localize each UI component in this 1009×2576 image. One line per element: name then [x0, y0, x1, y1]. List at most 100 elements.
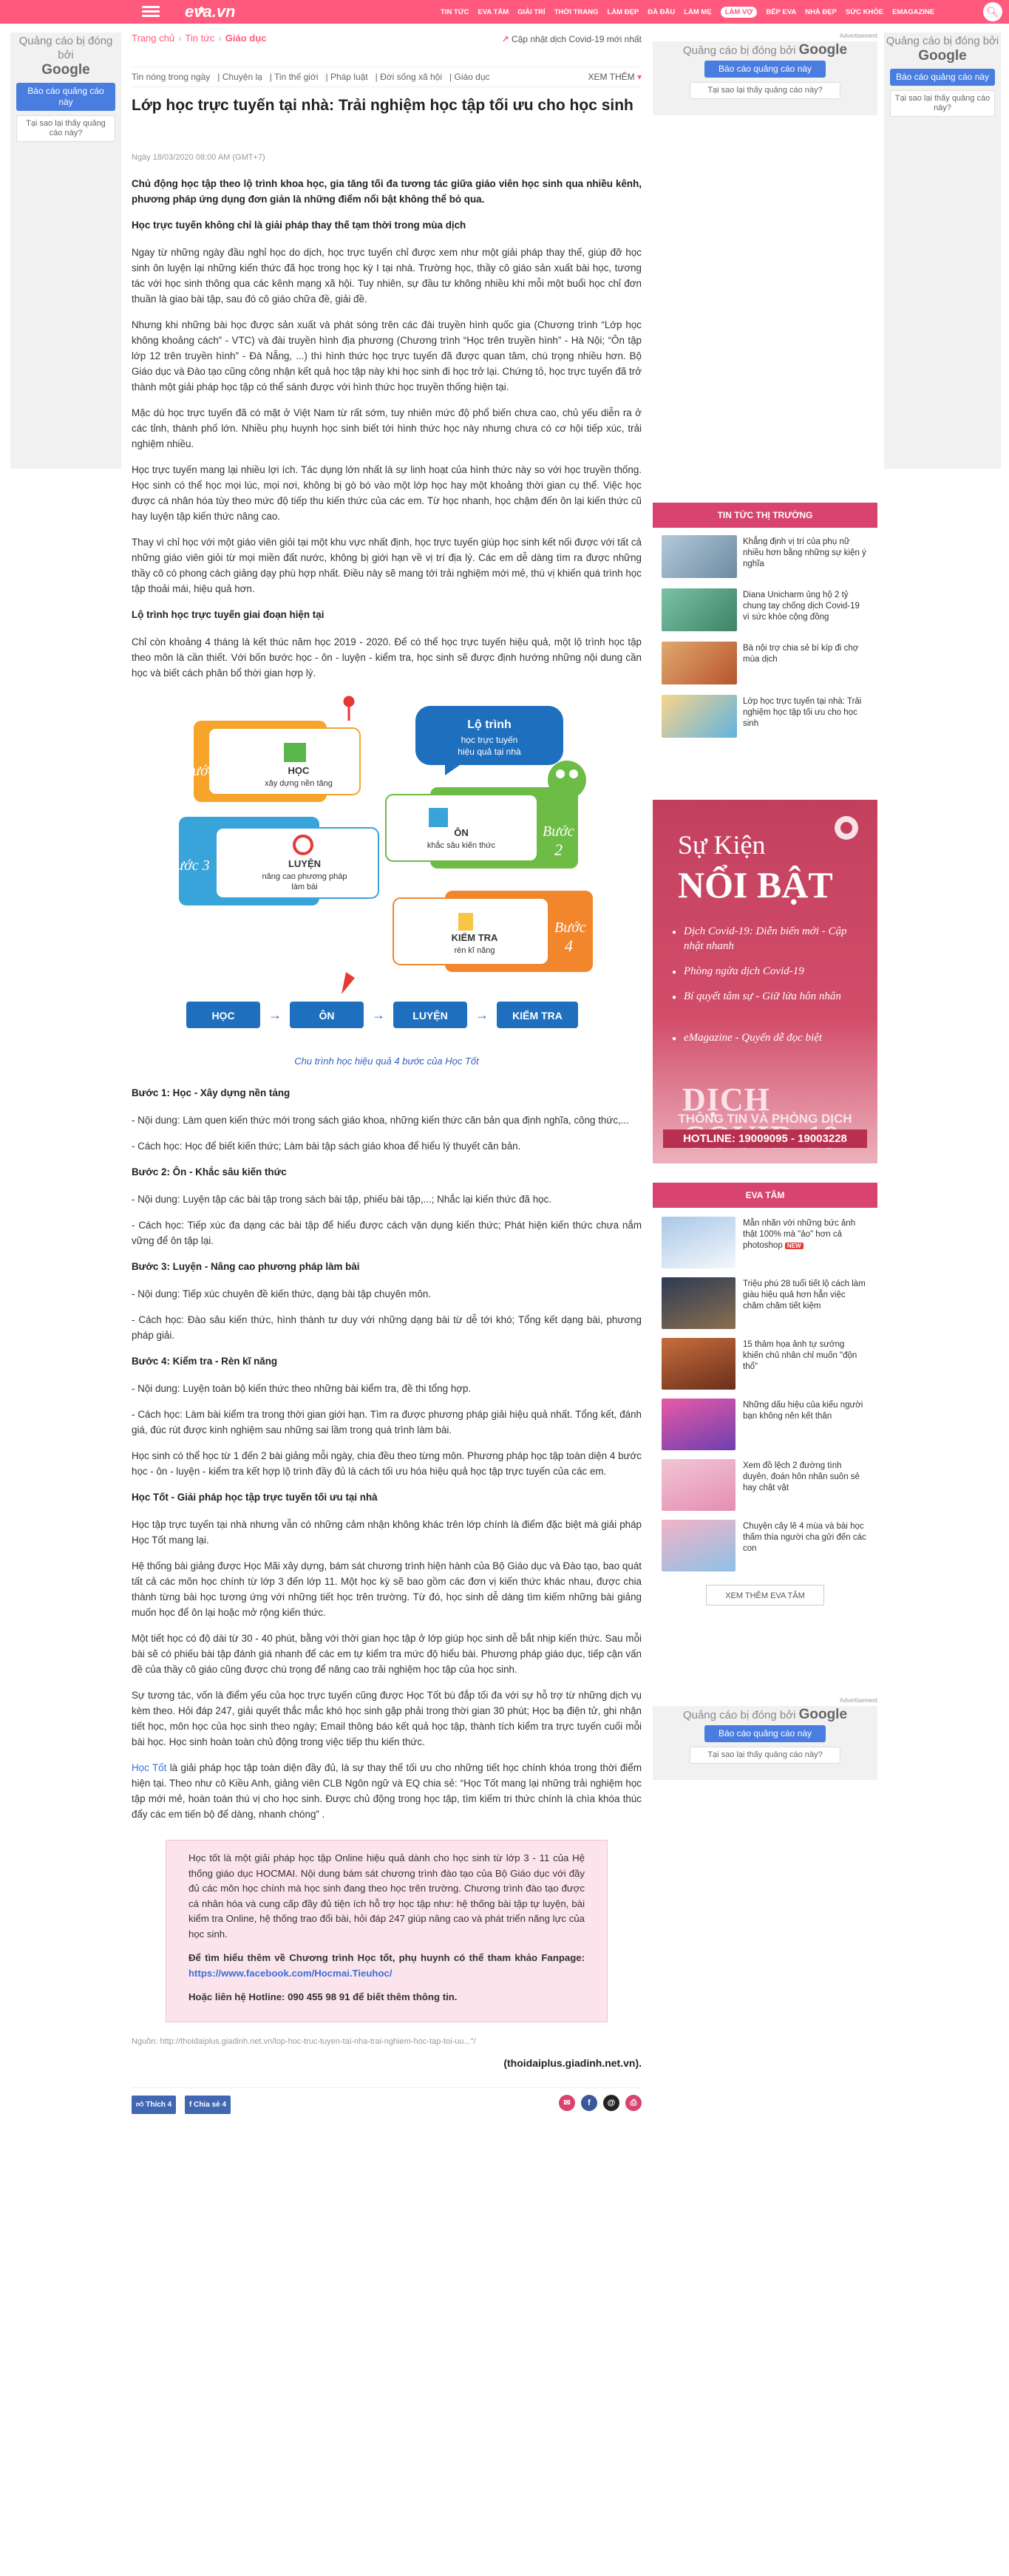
list-item-title[interactable]: Xem đồ lệch 2 đường tình duyên, đoán hôn… — [743, 1461, 867, 1494]
nav-link[interactable]: SỨC KHỎE — [846, 8, 883, 16]
thumbnail[interactable] — [662, 588, 737, 631]
paragraph: - Cách học: Làm bài kiểm tra trong thời … — [132, 1409, 642, 1435]
section-heading: Học Tốt - Giải pháp học tập trực tuyến t… — [132, 1492, 378, 1503]
thumbnail[interactable] — [662, 535, 737, 578]
arrow-right-icon: → — [372, 1007, 385, 1022]
why-ad-link[interactable]: Tại sao lại thấy quảng cáo này? — [16, 115, 115, 142]
fb-share-button[interactable]: f Chia sẻ 4 — [184, 2095, 231, 2114]
source-link[interactable]: Nguồn: http://thoidaiplus.giadinh.net.vn… — [132, 2034, 642, 2050]
ad-title-text: Quảng cáo bị đóng bởi — [682, 44, 796, 57]
list-item[interactable]: 15 thảm họa ảnh tự sướng khiến chủ nhân … — [653, 1338, 877, 1390]
thumbnail[interactable] — [662, 695, 737, 738]
list-item-title[interactable]: Bà nội trợ chia sẻ bí kíp đi chợ mùa dịc… — [743, 643, 869, 665]
flow-luyen: LUYỆN — [412, 1009, 447, 1022]
breadcrumb-news[interactable]: Tin tức — [185, 33, 214, 44]
nav-link[interactable]: LÀM ĐẸP — [608, 8, 639, 16]
list-item[interactable]: Những dấu hiệu của kiểu người bạn không … — [653, 1399, 877, 1450]
search-icon[interactable]: 🔍︎ — [983, 2, 1002, 21]
breadcrumb-education[interactable]: Giáo dục — [225, 33, 267, 44]
infographic-graphic: Bước 1 HỌC xây dựng nền tảng Bước 3 LUYỆ… — [167, 696, 593, 1028]
paragraph-text: là giải pháp học tập toàn diện đầy đủ, l… — [132, 1762, 642, 1820]
nav-link[interactable]: EVA TÂM — [478, 8, 509, 16]
flag-icon — [342, 972, 355, 994]
thumbnail[interactable] — [662, 1520, 735, 1571]
subnav-item[interactable]: Tin nóng trong ngày — [132, 72, 210, 82]
list-item-title[interactable]: Triệu phú 28 tuổi tiết lộ cách làm giàu … — [743, 1279, 867, 1312]
hoc-tot-link[interactable]: Học Tốt — [132, 1762, 166, 1773]
nav-link[interactable]: GIẢI TRÍ — [517, 8, 545, 16]
list-item-title[interactable]: Diana Unicharm ủng hộ 2 tỷ chung tay chố… — [743, 590, 869, 623]
report-ad-button[interactable]: Báo cáo quảng cáo này — [16, 83, 115, 111]
list-item-title[interactable]: Khẳng định vị trí của phụ nữ nhiều hơn b… — [743, 537, 869, 570]
breadcrumb-home[interactable]: Trang chủ — [132, 33, 174, 44]
ad-title: Quảng cáo bị đóng bởi Google — [653, 41, 877, 58]
event-row[interactable]: eMagazine - Quyến dễ đọc biệt — [672, 1030, 861, 1047]
nav-link-active[interactable]: LÀM VỢ — [720, 6, 758, 18]
nav-link[interactable]: TIN TỨC — [441, 8, 469, 16]
nav-link[interactable]: ĐÀ ĐẦU — [648, 8, 675, 16]
subnav-item[interactable]: Chuyện lạ — [222, 72, 262, 82]
list-item-title[interactable]: Lớp học trực tuyến tại nhà: Trải nghiệm … — [743, 696, 869, 730]
nav-link[interactable]: LÀM MẸ — [684, 8, 711, 16]
thumbnail[interactable] — [662, 1217, 735, 1268]
paragraph: - Cách học: Tiếp xúc đa dạng các bài tập… — [132, 1220, 642, 1246]
new-badge: NEW — [784, 1243, 804, 1249]
more-eva-tam-button[interactable]: XEM THÊM EVA TÂM — [706, 1585, 824, 1605]
nav-link[interactable]: EMAGAZINE — [892, 8, 934, 16]
list-item[interactable]: Mẫn nhãn với những bức ảnh thật 100% mà … — [653, 1217, 877, 1268]
fanpage-link[interactable]: https://www.facebook.com/Hocmai.Tieuhoc/ — [188, 1968, 393, 1979]
right-ad: Quảng cáo bị đóng bởi Google Báo cáo quả… — [884, 33, 1001, 469]
flower-icon: ✿ — [198, 6, 205, 15]
list-item[interactable]: Xem đồ lệch 2 đường tình duyên, đoán hôn… — [653, 1459, 877, 1511]
event-row[interactable]: Phòng ngừa dịch Covid-19 — [672, 964, 861, 980]
facebook-icon[interactable]: f — [581, 2094, 597, 2111]
more-dropdown[interactable]: XEM THÊM ▾ — [588, 67, 642, 86]
thumbnail[interactable] — [662, 1399, 735, 1450]
report-ad-button[interactable]: Báo cáo quảng cáo này — [890, 69, 995, 86]
subnav-item[interactable]: Tin thế giới — [274, 72, 318, 82]
step3-label: Bước 3 — [167, 857, 210, 874]
list-item[interactable]: Diana Unicharm ủng hộ 2 tỷ chung tay chố… — [653, 588, 877, 634]
thumbnail[interactable] — [662, 1277, 735, 1329]
step1-name: HỌC — [288, 765, 310, 776]
thumbnail[interactable] — [662, 1338, 735, 1390]
list-item[interactable]: Bà nội trợ chia sẻ bí kíp đi chợ mùa dịc… — [653, 642, 877, 687]
subnav-item[interactable]: Đời sống xã hội — [380, 72, 442, 82]
report-ad-button[interactable]: Báo cáo quảng cáo này — [704, 1725, 826, 1742]
report-ad-button[interactable]: Báo cáo quảng cáo này — [704, 61, 826, 78]
thumbnail[interactable] — [662, 1459, 735, 1511]
list-item-title[interactable]: Những dấu hiệu của kiểu người bạn không … — [743, 1400, 867, 1422]
covid-update-link[interactable]: ↗ Cập nhật dịch Covid-19 mới nhất — [502, 34, 642, 44]
list-item[interactable]: Lớp học trực tuyến tại nhà: Trải nghiệm … — [653, 695, 877, 741]
list-item-title[interactable]: Chuyện cây lê 4 mùa và bài học thấm thía… — [743, 1521, 867, 1554]
email-icon[interactable]: @ — [603, 2094, 619, 2111]
why-ad-link[interactable]: Tại sao lại thấy quảng cáo này? — [690, 82, 840, 99]
subnav-item[interactable]: Giáo dục — [454, 72, 489, 82]
list-item-title[interactable]: 15 thảm họa ảnh tự sướng khiến chủ nhân … — [743, 1339, 867, 1373]
site-logo[interactable]: ✿ eva.vn — [185, 1, 237, 24]
nav-link[interactable]: NHÀ ĐẸP — [805, 8, 837, 16]
print-icon[interactable]: ⎙ — [625, 2094, 642, 2111]
market-news-header: TIN TỨC THỊ TRƯỜNG — [653, 503, 877, 528]
event-row[interactable]: Dịch Covid-19: Diễn biến mới - Cập nhật … — [672, 924, 861, 954]
list-item[interactable]: Khẳng định vị trí của phụ nữ nhiều hơn b… — [653, 535, 877, 581]
why-ad-link[interactable]: Tại sao lại thấy quảng cáo này? — [690, 1747, 840, 1764]
box-fanpage-text: Để tìm hiểu thêm về Chương trình Học tốt… — [188, 1952, 585, 1963]
list-item[interactable]: Triệu phú 28 tuổi tiết lộ cách làm giàu … — [653, 1277, 877, 1329]
list-item[interactable]: Chuyện cây lê 4 mùa và bài học thấm thía… — [653, 1520, 877, 1571]
nav-link[interactable]: THỜI TRANG — [554, 8, 599, 16]
list-item-title[interactable]: Mẫn nhãn với những bức ảnh thật 100% mà … — [743, 1218, 867, 1251]
comment-icon[interactable]: ✉ — [559, 2094, 575, 2111]
nav-link[interactable]: BẾP EVA — [766, 8, 796, 16]
featured-events-banner[interactable]: Sự Kiện NỔI BẬT Dịch Covid-19: Diễn biến… — [653, 800, 877, 1163]
eva-tam: EVA TÂM Mẫn nhãn với những bức ảnh thật … — [653, 1183, 877, 1605]
thumbnail[interactable] — [662, 642, 737, 684]
step1-label: Bước 1 — [183, 763, 226, 779]
flow-on: ÔN — [319, 1009, 335, 1022]
fb-like-button[interactable]: 👍︎ Thích 4 — [132, 2095, 177, 2114]
event-row[interactable]: Bí quyết tâm sự - Giữ lửa hôn nhân — [672, 989, 861, 1005]
why-ad-link[interactable]: Tại sao lại thấy quảng cáo này? — [890, 90, 995, 117]
book-icon — [284, 743, 306, 762]
menu-icon[interactable] — [142, 6, 160, 18]
subnav-item[interactable]: Pháp luật — [330, 72, 368, 82]
